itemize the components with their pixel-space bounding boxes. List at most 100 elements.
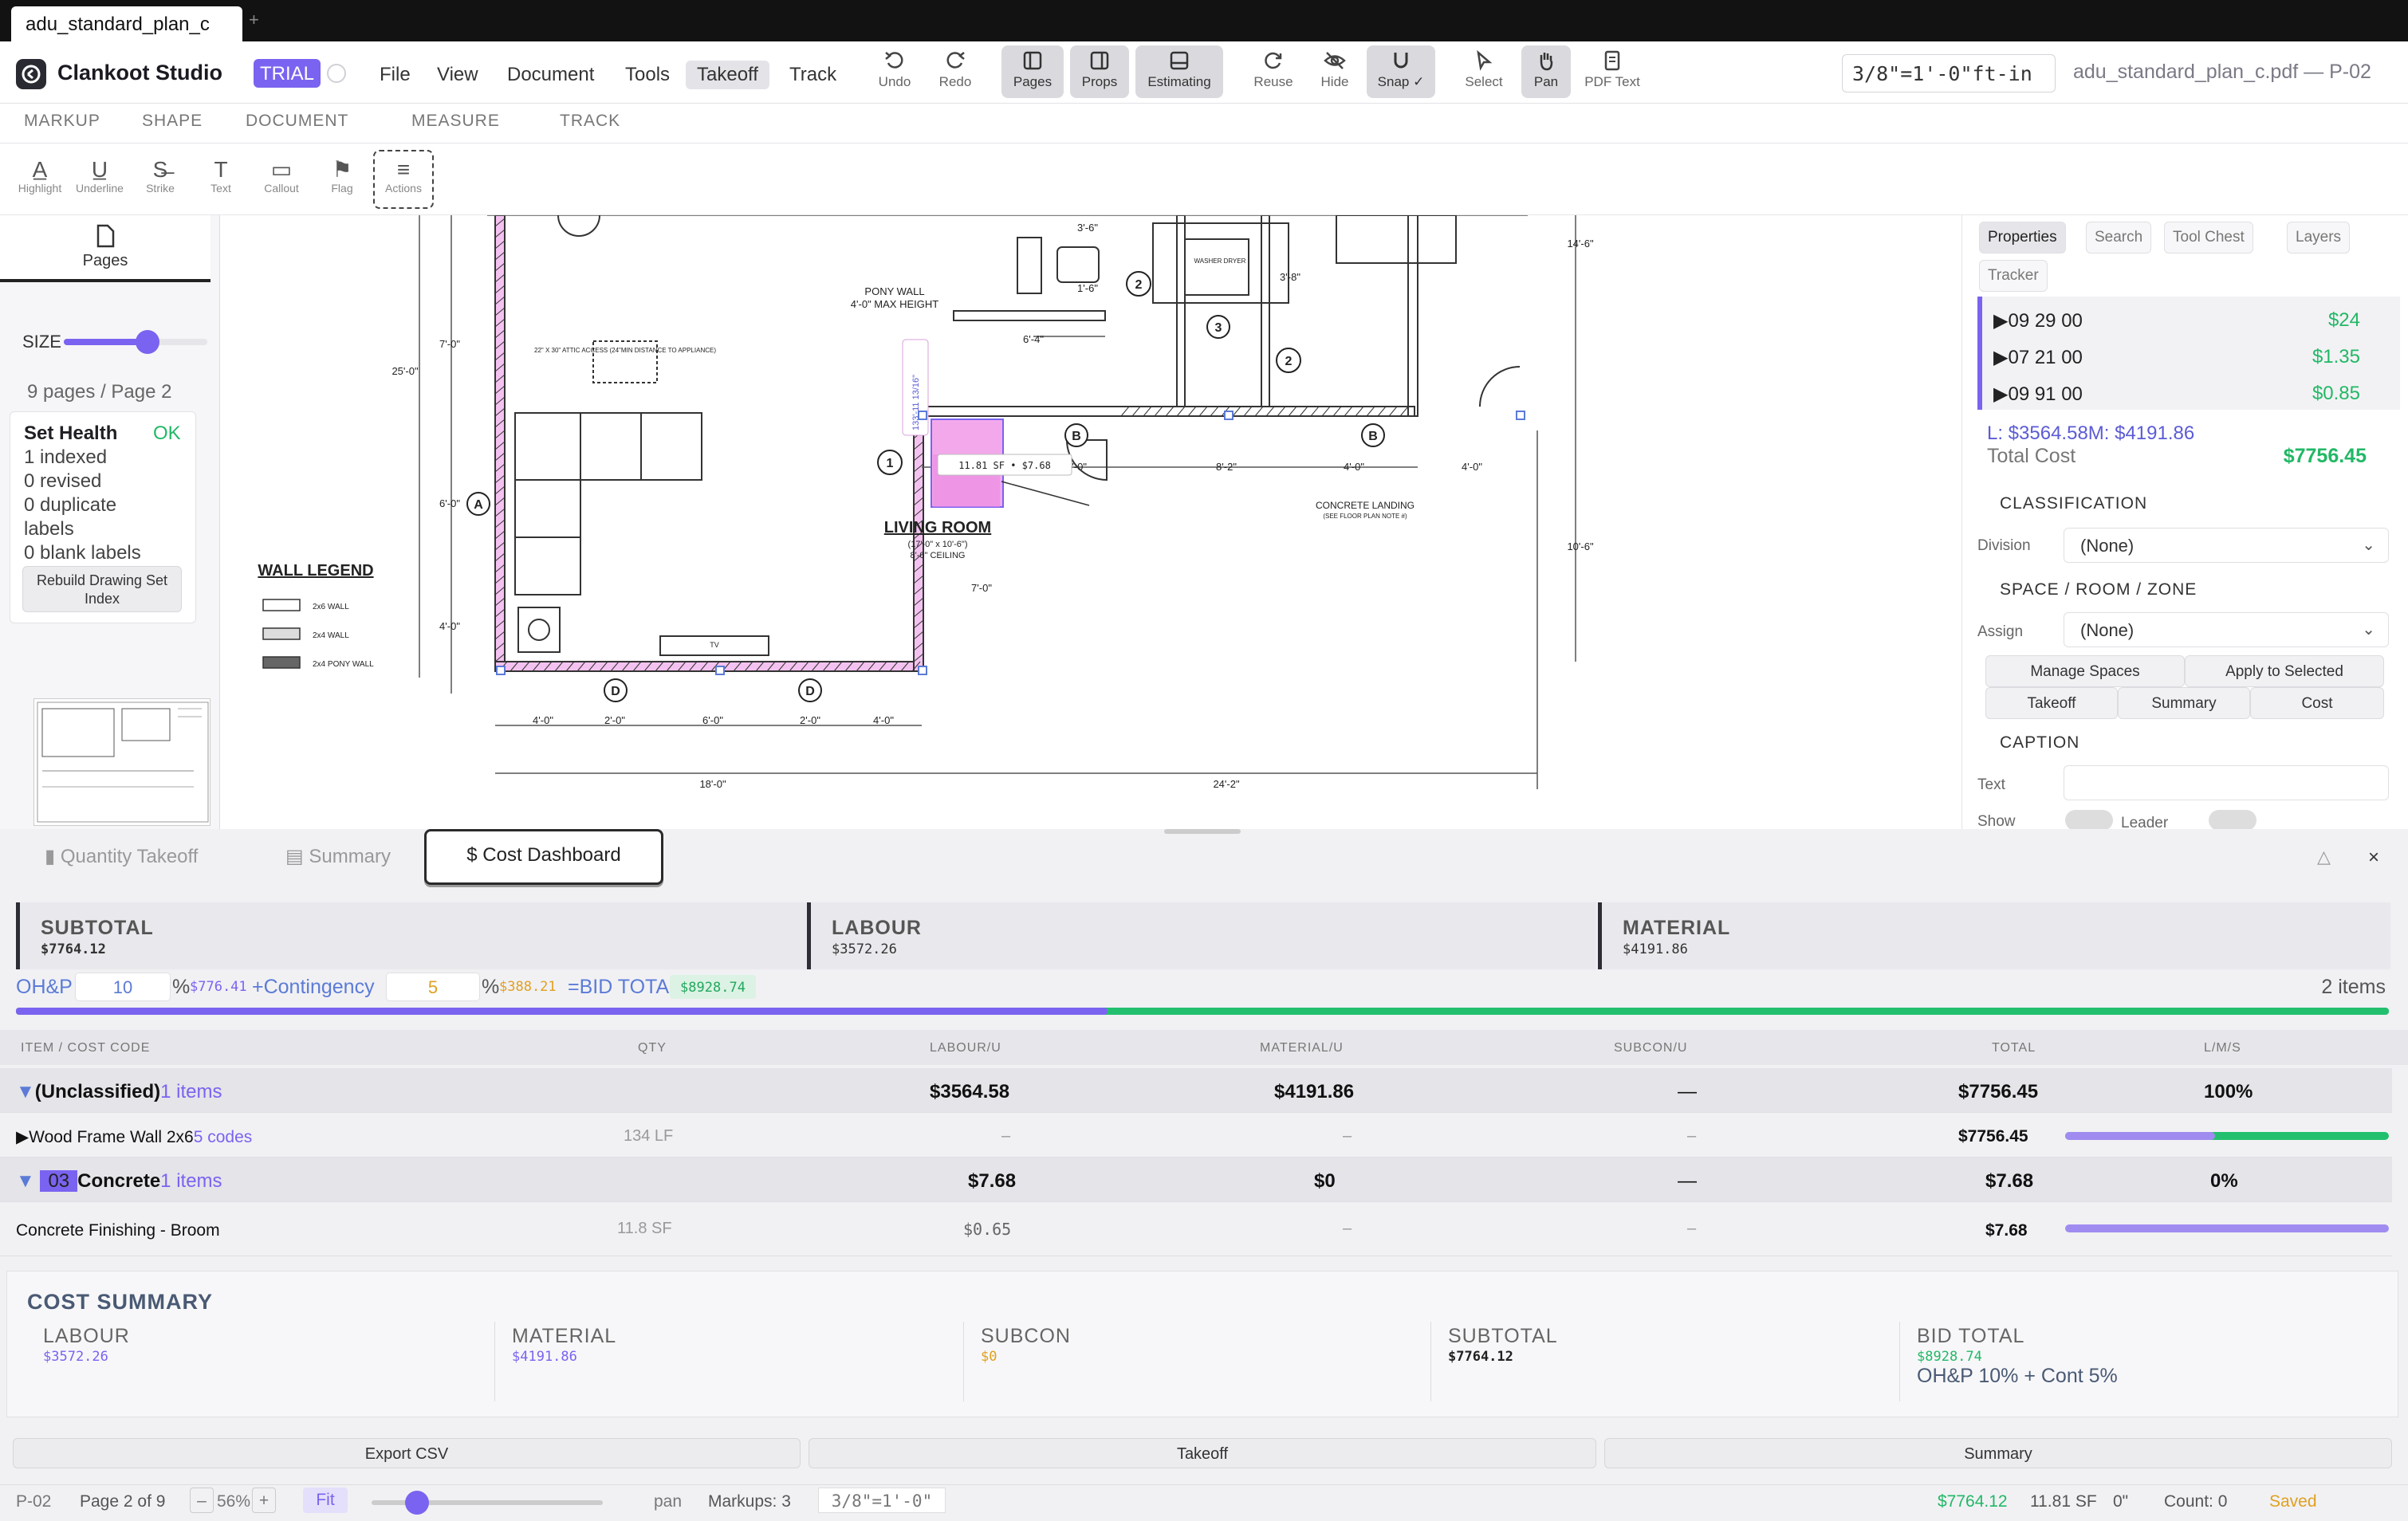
tab-tool-chest[interactable]: Tool Chest [2164, 222, 2253, 254]
contingency-input[interactable]: 5 [386, 973, 480, 1001]
measurement-tag-text: 11.81 SF • $7.68 [958, 460, 1051, 471]
tab-summary[interactable]: ▤ Summary [285, 831, 391, 886]
tab-quantity-takeoff[interactable]: ▮ Quantity Takeoff [45, 831, 198, 886]
callout-label: Callout [264, 182, 299, 195]
tab-tracker[interactable]: Tracker [1979, 260, 2048, 292]
pages-tab-label: Pages [82, 252, 128, 269]
page-thumbnail[interactable] [33, 698, 211, 826]
table-row[interactable] [0, 1113, 2392, 1157]
takeoff-button[interactable]: Takeoff [1985, 687, 2118, 719]
size-slider-handle[interactable] [136, 330, 159, 354]
category-shape[interactable]: SHAPE [142, 112, 203, 131]
reuse-button[interactable]: Reuse [1250, 45, 1296, 98]
summary-subtotal-value: $7764.12 [1448, 1349, 1513, 1365]
category-markup[interactable]: MARKUP [24, 112, 100, 131]
pan-button[interactable]: Pan [1521, 45, 1571, 98]
menu-takeoff[interactable]: Takeoff [686, 61, 769, 89]
scale-selector[interactable]: 3/8"=1'-0"ft-in [1842, 54, 2056, 92]
menu-tools[interactable]: Tools [614, 61, 681, 89]
chart-icon: ▮ [45, 846, 61, 867]
cost-code-value: $1.35 [2312, 346, 2360, 367]
menu-document[interactable]: Document [496, 61, 605, 89]
footer-summary-button[interactable]: Summary [1604, 1438, 2392, 1468]
document-tab[interactable]: adu_standard_plan_c [11, 6, 242, 41]
hide-button[interactable]: Hide [1312, 45, 1357, 98]
actions-tool[interactable]: ≡ Actions [376, 158, 431, 195]
show-toggle[interactable] [2065, 810, 2113, 831]
labour-label: LABOUR [832, 917, 922, 939]
pages-button[interactable]: Pages [1001, 45, 1064, 98]
highlight-label: Highlight [18, 182, 62, 195]
zoom-out-button[interactable]: – [190, 1488, 214, 1513]
apply-selected-button[interactable]: Apply to Selected [2185, 655, 2384, 687]
category-track[interactable]: TRACK [560, 112, 620, 131]
panel-resize-handle[interactable] [1164, 829, 1241, 834]
select-button[interactable]: Select [1459, 45, 1509, 98]
snap-button[interactable]: Snap ✓ [1367, 45, 1435, 98]
contingency-percent: % [482, 976, 500, 998]
cost-code-row[interactable]: ▶07 21 00 [1993, 346, 2083, 369]
subtotal-label: SUBTOTAL [41, 917, 154, 939]
category-measure[interactable]: MEASURE [411, 112, 500, 131]
footer-takeoff-button[interactable]: Takeoff [809, 1438, 1596, 1468]
ohp-input[interactable]: 10 [75, 973, 171, 1001]
export-csv-button[interactable]: Export CSV [13, 1438, 801, 1468]
tab-layers[interactable]: Layers [2287, 222, 2351, 254]
menu-track[interactable]: Track [778, 61, 848, 89]
division-select[interactable]: (None) ⌄ [2064, 528, 2389, 563]
summary-subcon-label: SUBCON [981, 1325, 1071, 1347]
menu-file[interactable]: File [368, 61, 422, 89]
trial-toggle[interactable] [327, 64, 346, 83]
zoom-slider-handle[interactable] [405, 1491, 429, 1515]
drawing-canvas[interactable]: 25'-0" 7'-0" 6'-0" 4'-0" 4'-0" 2'-0" 6'-… [220, 215, 1786, 829]
health-line: 0 blank labels [24, 542, 141, 564]
category-document[interactable]: DOCUMENT [246, 112, 348, 131]
strike-icon: S̶ [152, 157, 168, 182]
trial-badge[interactable]: TRIAL [254, 59, 321, 88]
highlight-tool[interactable]: A̲ Highlight [12, 158, 68, 195]
cost-code-row[interactable]: ▶09 91 00 [1993, 383, 2083, 406]
hand-icon [1540, 53, 1553, 71]
props-button[interactable]: Props [1070, 45, 1129, 98]
cost-code-row[interactable]: ▶09 29 00 [1993, 309, 2083, 332]
close-icon[interactable]: × [2368, 847, 2379, 869]
undo-button[interactable]: Undo [872, 45, 917, 98]
cost-button[interactable]: Cost [2250, 687, 2384, 719]
manage-spaces-button[interactable]: Manage Spaces [1985, 655, 2185, 687]
new-tab-button[interactable]: + [249, 10, 259, 30]
table-row[interactable] [0, 1204, 2392, 1256]
redo-button[interactable]: Redo [933, 45, 978, 98]
tab-strip [0, 0, 2408, 41]
status-length: 0" [2113, 1492, 2129, 1511]
pages-tab[interactable]: Pages [0, 215, 211, 282]
status-cost: $7764.12 [1938, 1492, 2008, 1511]
underline-tool[interactable]: U̲ Underline [72, 158, 128, 195]
zoom-in-button[interactable]: + [252, 1488, 276, 1513]
menu-view[interactable]: View [426, 61, 490, 89]
bid-total-chip: $8928.74 [670, 975, 756, 999]
dim-text: 4'-0" [533, 714, 553, 726]
cursor-icon [1477, 49, 1493, 71]
collapse-icon[interactable]: △ [2317, 847, 2331, 867]
assign-select[interactable]: (None) ⌄ [2064, 612, 2389, 647]
fit-button[interactable]: Fit [303, 1488, 348, 1513]
estimating-label: Estimating [1147, 74, 1211, 89]
summary-divider [963, 1322, 964, 1401]
tab-search[interactable]: Search [2086, 222, 2152, 254]
item-qty: 134 LF [624, 1127, 674, 1145]
pdf-text-button[interactable]: PDF Text [1584, 45, 1641, 98]
caption-text-input[interactable] [2064, 765, 2389, 800]
text-tool[interactable]: T Text [193, 158, 249, 195]
estimating-button[interactable]: Estimating [1135, 45, 1223, 98]
rebuild-index-button[interactable]: Rebuild Drawing Set Index [22, 566, 182, 612]
flag-tool[interactable]: ⚑ Flag [314, 158, 370, 195]
tab-cost-dashboard[interactable]: $ Cost Dashboard [424, 829, 663, 885]
summary-button[interactable]: Summary [2118, 687, 2250, 719]
status-scale[interactable]: 3/8"=1'-0" [818, 1488, 946, 1513]
tab-properties[interactable]: Properties [1979, 222, 2066, 254]
strike-tool[interactable]: S̶ Strike [132, 158, 188, 195]
group-material: $4191.86 [1274, 1081, 1355, 1102]
callout-tool[interactable]: ▭ Callout [254, 158, 309, 195]
file-name: adu_standard_plan_c.pdf — P-02 [2073, 61, 2371, 83]
leader-toggle[interactable] [2209, 810, 2257, 831]
